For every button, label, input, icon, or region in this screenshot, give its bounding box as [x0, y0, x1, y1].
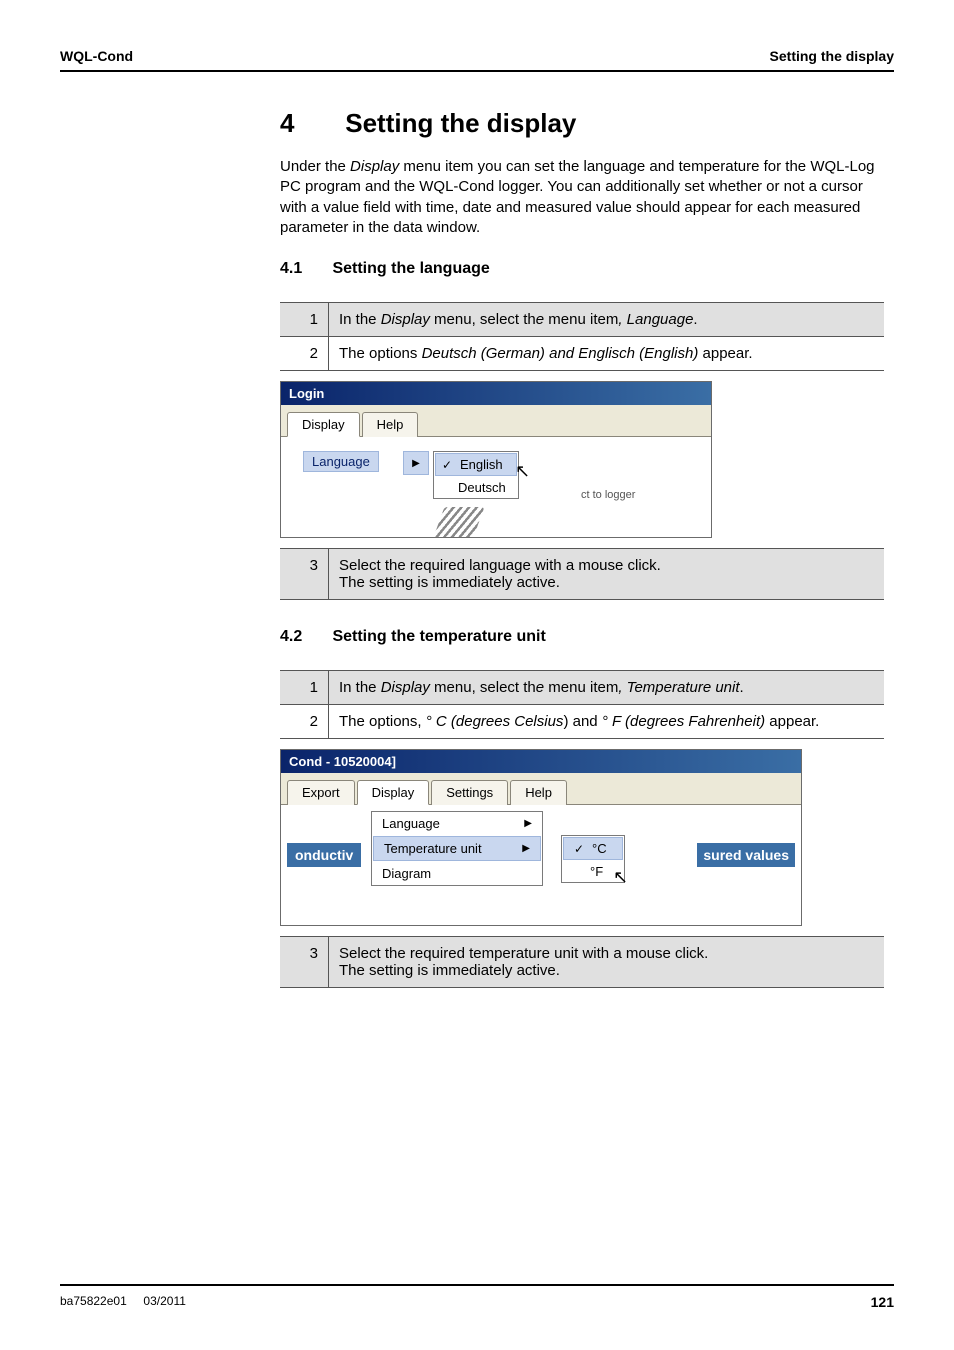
table-row: 1 In the Display menu, select the menu i…: [280, 671, 884, 705]
section-42-number: 4.2: [280, 628, 328, 646]
menuitem-english[interactable]: ✓English: [435, 453, 517, 476]
table-row: 2 The options, ° C (degrees Celsius) and…: [280, 705, 884, 739]
steps-41-table-b: 3 Select the required language with a mo…: [280, 548, 884, 600]
partial-text-measured-values: sured values: [697, 843, 795, 867]
submenu-arrow-icon: ▶: [522, 843, 530, 854]
language-submenu: ✓English Deutsch: [433, 451, 519, 499]
step-text: In the Display menu, select the menu ite…: [329, 303, 885, 337]
menu-display[interactable]: Display: [357, 780, 430, 805]
footer-doc-id: ba75822e01: [60, 1294, 127, 1308]
step-number: 2: [280, 337, 329, 371]
step-number: 3: [280, 549, 329, 600]
menuitem-language[interactable]: Language: [303, 451, 379, 472]
submenu-arrow-icon: ▶: [403, 451, 429, 475]
menuitem-temperature-unit[interactable]: Temperature unit▶: [373, 836, 541, 861]
menu-export[interactable]: Export: [287, 780, 355, 805]
menu-help[interactable]: Help: [362, 412, 419, 437]
page-header: WQL-Cond Setting the display: [60, 48, 894, 72]
section-41-heading: 4.1 Setting the language: [280, 260, 884, 278]
check-icon: ✓: [440, 458, 454, 472]
cond-screenshot: Cond - 10520004] Export Display Settings…: [280, 749, 884, 926]
step-text: In the Display menu, select the menu ite…: [329, 671, 885, 705]
footer-date: 03/2011: [143, 1294, 186, 1308]
steps-42-table-a: 1 In the Display menu, select the menu i…: [280, 670, 884, 739]
header-right: Setting the display: [770, 48, 894, 64]
cond-titlebar: Cond - 10520004]: [281, 750, 801, 773]
cursor-icon: ↖: [613, 867, 628, 888]
menuitem-language[interactable]: Language▶: [372, 812, 542, 835]
partial-text-conductivity: onductiv: [287, 843, 361, 867]
login-menubar: Display Help: [281, 405, 711, 437]
section-42-heading: 4.2 Setting the temperature unit: [280, 628, 884, 646]
section-4-heading: 4 Setting the display: [280, 108, 884, 139]
login-titlebar: Login: [281, 382, 711, 405]
menuitem-deutsch[interactable]: Deutsch: [434, 477, 518, 498]
menu-display[interactable]: Display: [287, 412, 360, 437]
step-text: The options, ° C (degrees Celsius) and °…: [329, 705, 885, 739]
menu-help[interactable]: Help: [510, 780, 567, 805]
step-text: The options Deutsch (German) and Englisc…: [329, 337, 885, 371]
display-dropdown: Language▶ Temperature unit▶ Diagram: [371, 811, 543, 886]
footer-page-number: 121: [871, 1294, 894, 1310]
check-icon: ✓: [572, 842, 586, 856]
step-text: Select the required language with a mous…: [329, 549, 885, 600]
cond-menubar: Export Display Settings Help: [281, 773, 801, 805]
section-4-number: 4: [280, 108, 338, 139]
step-number: 2: [280, 705, 329, 739]
step-number: 1: [280, 303, 329, 337]
login-screenshot: Login Display Help Language ▶ ✓English D…: [280, 381, 884, 538]
menuitem-diagram[interactable]: Diagram: [372, 862, 542, 885]
page-footer: ba75822e01 03/2011 121: [60, 1284, 894, 1310]
table-row: 3 Select the required language with a mo…: [280, 549, 884, 600]
section-4-intro: Under the Display menu item you can set …: [280, 157, 884, 238]
submenu-arrow-icon: ▶: [524, 818, 532, 829]
section-4-title: Setting the display: [345, 108, 576, 138]
steps-42-table-b: 3 Select the required temperature unit w…: [280, 936, 884, 988]
cursor-icon: ↖: [515, 461, 530, 482]
partial-text-connect: ct to logger: [581, 489, 635, 501]
step-number: 1: [280, 671, 329, 705]
decorative-stripe: [434, 507, 485, 537]
section-41-title: Setting the language: [332, 260, 489, 277]
section-41-number: 4.1: [280, 260, 328, 278]
menuitem-celsius[interactable]: ✓°C: [563, 837, 623, 860]
table-row: 1 In the Display menu, select the menu i…: [280, 303, 884, 337]
step-text: Select the required temperature unit wit…: [329, 937, 885, 988]
section-42-title: Setting the temperature unit: [332, 628, 545, 645]
table-row: 3 Select the required temperature unit w…: [280, 937, 884, 988]
table-row: 2 The options Deutsch (German) and Engli…: [280, 337, 884, 371]
menu-settings[interactable]: Settings: [431, 780, 508, 805]
header-left: WQL-Cond: [60, 48, 133, 64]
steps-41-table-a: 1 In the Display menu, select the menu i…: [280, 302, 884, 371]
step-number: 3: [280, 937, 329, 988]
